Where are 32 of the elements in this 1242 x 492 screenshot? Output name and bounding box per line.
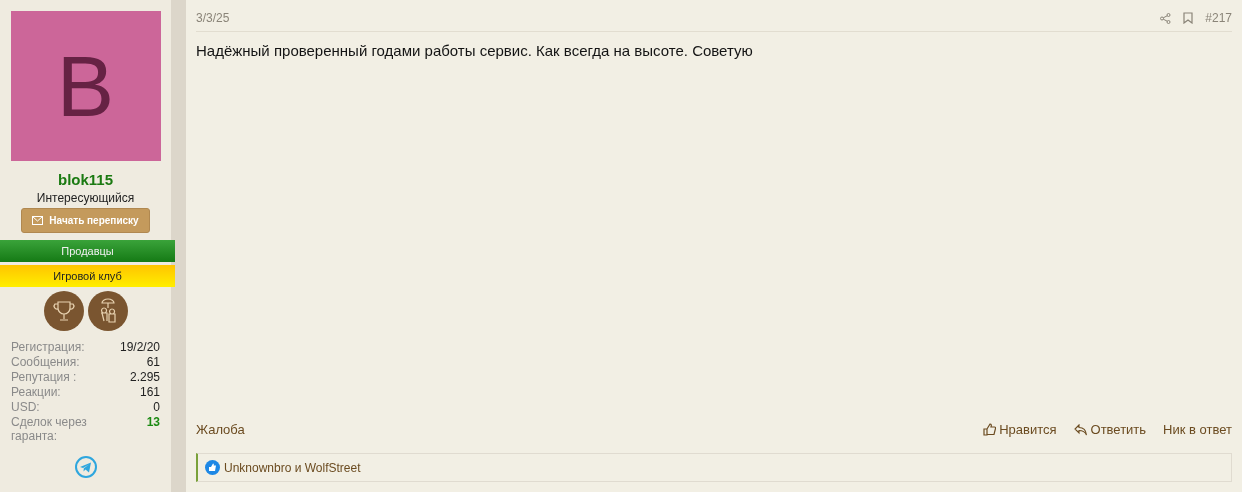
report-link[interactable]: Жалоба (196, 422, 245, 437)
like-badge-icon (205, 460, 220, 475)
stat-label: Реакции: (11, 385, 62, 399)
stat-value: 161 (138, 385, 160, 399)
share-icon[interactable] (1160, 12, 1172, 24)
bookmark-icon[interactable] (1183, 12, 1194, 24)
stat-label: USD: (11, 400, 41, 414)
reply-link[interactable]: Ответить (1073, 422, 1147, 437)
reaction-users-link[interactable]: Unknownbro и WolfStreet (224, 460, 361, 475)
stat-value: 19/2/20 (119, 340, 160, 354)
stat-label: Репутация : (11, 370, 78, 384)
stat-label: Сделок через гаранта: (11, 415, 88, 443)
user-title: Интересующийся (36, 191, 135, 205)
stat-value: 61 (145, 355, 160, 369)
quote-nick-link[interactable]: Ник в ответ (1163, 422, 1232, 437)
user-banner: Игровой клуб (0, 265, 175, 287)
telegram-icon[interactable] (74, 456, 97, 478)
username-link[interactable]: blok115 (57, 171, 113, 188)
thumbs-up-icon (983, 423, 997, 436)
reply-icon (1073, 423, 1088, 436)
stat-value: 0 (152, 400, 160, 414)
trophy-icon (43, 291, 84, 331)
avatar: B (10, 11, 161, 161)
stat-value: 2.295 (128, 370, 160, 384)
post-text: Надёжный проверенный годами работы сервис. Как всегда на высоте. Советую (196, 42, 754, 61)
stat-value: 13 (145, 415, 160, 431)
user-banner: Продавцы (0, 240, 175, 262)
people-icon (87, 291, 128, 331)
stat-label: Регистрация: (11, 340, 86, 354)
like-link[interactable]: Нравится (983, 422, 1057, 437)
envelope-icon (32, 216, 44, 225)
stat-label: Сообщения: (11, 355, 81, 369)
